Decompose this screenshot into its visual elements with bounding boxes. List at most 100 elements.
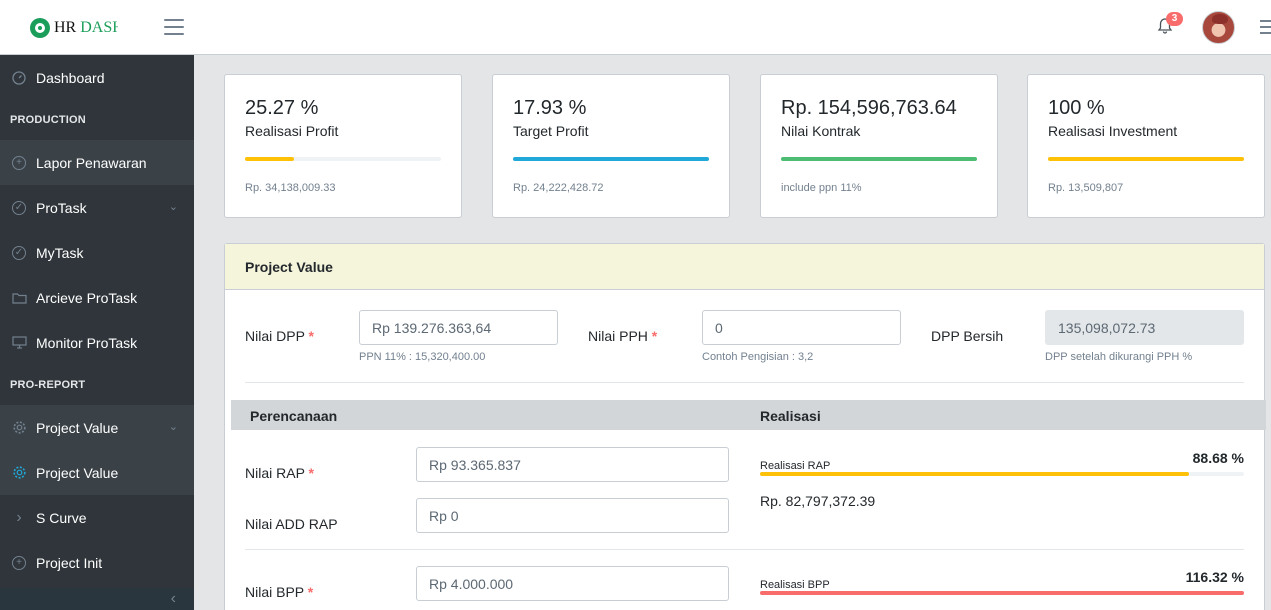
brand-text-dash: DASH <box>80 19 118 36</box>
stat-label: Realisasi Profit <box>245 123 339 139</box>
speedometer-icon <box>11 70 27 86</box>
realisasi-rap-amount: Rp. 82,797,372.39 <box>760 493 876 509</box>
realisasi-rap-percent: 88.68 % <box>1192 450 1244 466</box>
stat-card-realisasi-investment: 100 % Realisasi Investment Rp. 13,509,80… <box>1027 74 1265 218</box>
sidebar-item-label: MyTask <box>36 244 84 261</box>
stat-value: 100 % <box>1048 97 1105 119</box>
required-mark: * <box>308 328 314 344</box>
realisasi-rap-progress-fill <box>760 472 1190 476</box>
user-avatar[interactable] <box>1202 11 1235 44</box>
sidebar-item-label: Monitor ProTask <box>36 334 138 351</box>
dpp-bersih-hint: DPP setelah dikurangi PPH % <box>1045 351 1193 363</box>
gear-icon <box>11 465 27 481</box>
sidebar-item-label: Project Init <box>36 554 103 571</box>
pph-label-text: Nilai PPH <box>588 328 648 344</box>
sidebar-minimizer-button[interactable]: ‹ <box>0 588 194 610</box>
gear-icon <box>11 420 27 436</box>
sidebar-item-protask[interactable]: ✓ ProTask ⌄ <box>0 185 194 230</box>
dpp-label-text: Nilai DPP <box>245 328 305 344</box>
pph-hint: Contoh Pengisian : 3,2 <box>702 351 814 363</box>
sidebar-item-label: ProTask <box>36 199 87 216</box>
project-value-panel: Project Value Nilai DPP * Rp 139.276.363… <box>224 243 1266 610</box>
dpp-hint: PPN 11% : 15,320,400.00 <box>359 351 486 363</box>
rap-input[interactable]: Rp 93.365.837 <box>416 447 729 482</box>
required-mark: * <box>308 465 314 481</box>
chevron-left-icon: ‹ <box>170 590 176 607</box>
sidebar-item-project-value[interactable]: Project Value <box>0 450 194 495</box>
sidebar-item-project-init[interactable]: + Project Init <box>0 540 194 585</box>
sidebar-section-pro-report: PRO-REPORT <box>0 365 194 405</box>
notification-badge: 3 <box>1166 12 1183 26</box>
sidebar-item-arcieve-protask[interactable]: Arcieve ProTask <box>0 275 194 320</box>
stat-footer: Rp. 24,222,428.72 <box>513 182 604 194</box>
sidebar-item-lapor-penawaran[interactable]: + Lapor Penawaran <box>0 140 194 185</box>
dpp-bersih-label: DPP Bersih <box>931 328 1004 344</box>
bpp-label: Nilai BPP * <box>245 584 313 600</box>
check-circle-icon: ✓ <box>11 200 27 216</box>
pph-label: Nilai PPH * <box>588 328 657 344</box>
sidebar-item-s-curve[interactable]: › S Curve <box>0 495 194 540</box>
stat-label: Target Profit <box>513 123 589 139</box>
sidebar-item-project-value-group[interactable]: Project Value ⌄ <box>0 405 194 450</box>
check-circle-icon: ✓ <box>11 245 27 261</box>
realisasi-bpp-progress-fill <box>760 591 1244 595</box>
stat-card-target-profit: 17.93 % Target Profit Rp. 24,222,428.72 <box>492 74 730 218</box>
folder-icon <box>11 290 27 306</box>
stat-value: Rp. 154,596,763.64 <box>781 97 957 119</box>
stat-footer: include ppn 11% <box>781 182 862 194</box>
rap-label-text: Nilai RAP <box>245 465 305 481</box>
chevron-right-icon: › <box>16 508 22 526</box>
chevron-down-icon: ⌄ <box>168 421 178 433</box>
stat-progress-fill <box>781 157 977 161</box>
stat-progress-fill <box>1048 157 1244 161</box>
top-header: HR DASH 3 <box>0 0 1271 55</box>
stat-progress-bar <box>781 157 977 161</box>
sidebar-item-label: Project Value <box>36 419 119 436</box>
required-mark: * <box>307 584 314 600</box>
add-rap-label: Nilai ADD RAP <box>245 516 338 532</box>
stat-progress-bar <box>245 157 441 161</box>
panel-title: Project Value <box>225 244 1264 290</box>
brand-logo-icon <box>30 18 50 38</box>
sidebar-item-label: Project Value <box>36 464 119 481</box>
bpp-input[interactable]: Rp 4.000.000 <box>416 566 729 601</box>
realisasi-bpp-percent: 116.32 % <box>1185 569 1244 585</box>
realisasi-bpp-progress-bar <box>760 591 1244 595</box>
realisasi-rap-progress-bar <box>760 472 1244 476</box>
sidebar-item-label: Lapor Penawaran <box>36 154 147 171</box>
sidebar-toggle-icon[interactable] <box>164 19 184 35</box>
rap-label: Nilai RAP * <box>245 465 314 481</box>
stat-progress-bar <box>1048 157 1244 161</box>
sidebar-section-production: PRODUCTION <box>0 100 194 140</box>
add-rap-input[interactable]: Rp 0 <box>416 498 729 533</box>
stat-card-nilai-kontrak: Rp. 154,596,763.64 Nilai Kontrak include… <box>760 74 998 218</box>
dpp-bersih-input: 135,098,072.73 <box>1045 310 1244 345</box>
bpp-label-text: Nilai BPP <box>245 584 304 600</box>
stat-value: 17.93 % <box>513 97 587 119</box>
sidebar-item-monitor-protask[interactable]: Monitor ProTask <box>0 320 194 365</box>
realisasi-rap-label: Realisasi RAP <box>760 460 831 472</box>
brand-text-hr: HR <box>54 19 81 36</box>
realisasi-bpp-label: Realisasi BPP <box>760 579 830 591</box>
sidebar-item-dashboard[interactable]: Dashboard <box>0 55 194 100</box>
section-title-realisasi: Realisasi <box>760 408 821 424</box>
stat-footer: Rp. 13,509,807 <box>1048 182 1124 194</box>
divider <box>245 382 1244 383</box>
stat-progress-fill <box>245 157 294 161</box>
brand-logo-link[interactable]: HR DASH <box>30 17 118 39</box>
main-content: 25.27 % Realisasi Profit Rp. 34,138,009.… <box>194 55 1271 610</box>
sidebar-item-mytask[interactable]: ✓ MyTask <box>0 230 194 275</box>
pph-input[interactable]: 0 <box>702 310 901 345</box>
stat-value: 25.27 % <box>245 97 319 119</box>
stat-footer: Rp. 34,138,009.33 <box>245 182 336 194</box>
stat-label: Nilai Kontrak <box>781 123 861 139</box>
sidebar-item-label: Arcieve ProTask <box>36 289 138 306</box>
brand-text: HR DASH <box>54 19 118 37</box>
dpp-label: Nilai DPP * <box>245 328 314 344</box>
sidebar-item-label: Dashboard <box>36 69 105 86</box>
aside-menu-toggle-icon[interactable] <box>1260 20 1271 34</box>
monitor-icon <box>11 335 27 351</box>
sidebar-item-label: S Curve <box>36 509 87 526</box>
chevron-down-icon: ⌄ <box>168 201 178 213</box>
dpp-input[interactable]: Rp 139.276.363,64 <box>359 310 558 345</box>
